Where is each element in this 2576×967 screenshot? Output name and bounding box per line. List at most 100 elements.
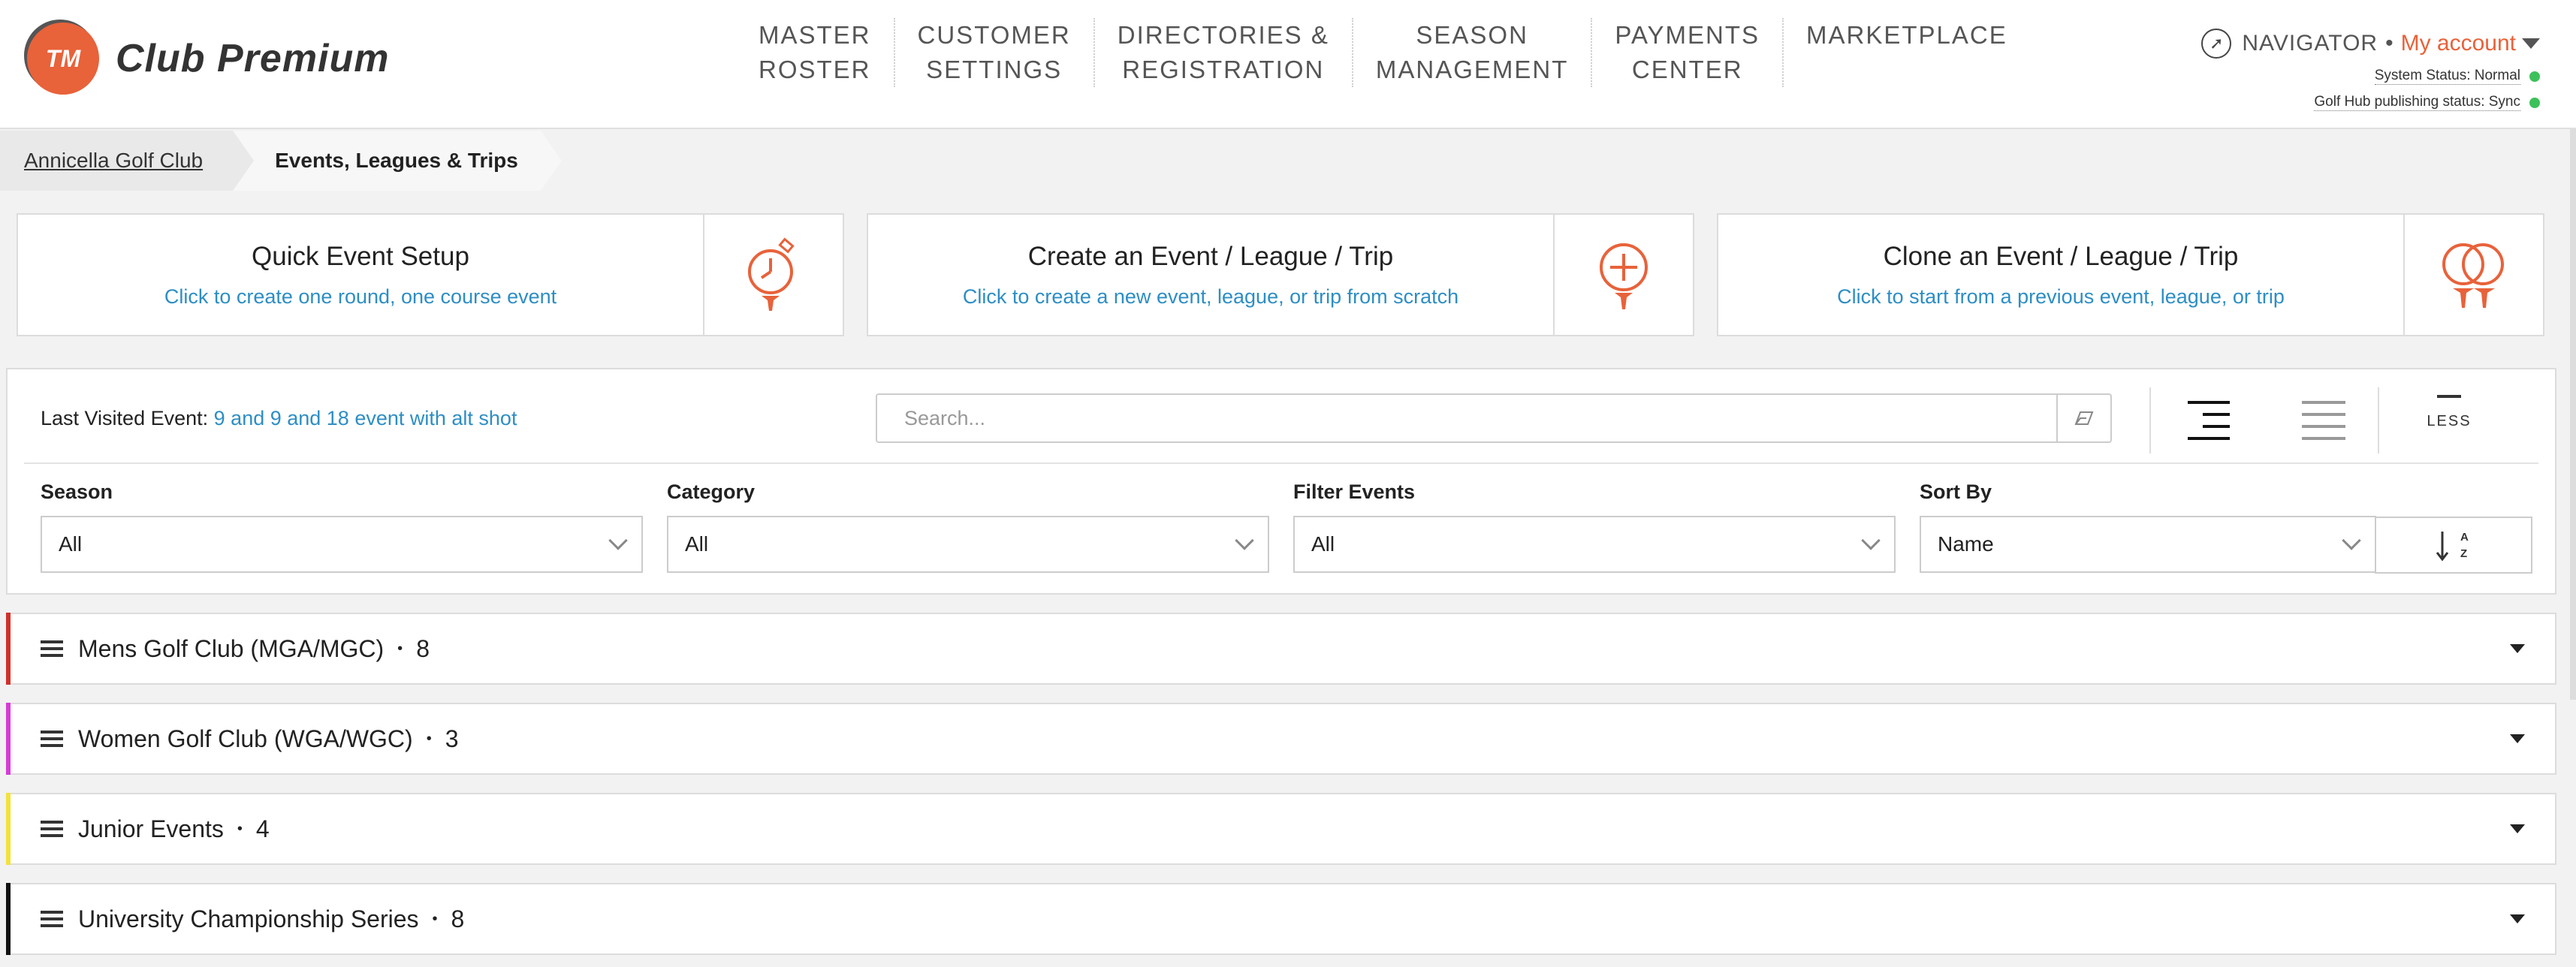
sort-direction-button[interactable]: A Z <box>2375 517 2532 574</box>
page-scrollbar[interactable] <box>2570 129 2576 700</box>
breadcrumb: Annicella Golf Club Events, Leagues & Tr… <box>0 131 562 191</box>
group-name: University Championship Series <box>78 905 419 932</box>
chevron-down-icon <box>1861 531 1881 550</box>
divider <box>2149 387 2151 453</box>
event-group-row[interactable]: Junior Events • 4 <box>6 793 2556 865</box>
sort-top-letter: A <box>2460 531 2469 544</box>
separator-dot: • <box>237 820 243 837</box>
category-filter: Category All <box>667 480 1269 573</box>
plus-tee-icon <box>1553 215 1693 335</box>
separator-dot: • <box>397 640 403 657</box>
search-box <box>876 393 2112 443</box>
drag-handle-icon[interactable] <box>41 907 63 931</box>
less-toggle-button[interactable]: LESS <box>2415 392 2483 430</box>
category-value: All <box>685 532 709 556</box>
card-subtitle[interactable]: Click to create a new event, league, or … <box>963 285 1458 309</box>
main-nav: MASTER ROSTER CUSTOMER SETTINGS DIRECTOR… <box>736 18 2030 87</box>
quick-event-setup-card[interactable]: Quick Event Setup Click to create one ro… <box>17 213 844 336</box>
double-tee-icon <box>2403 215 2543 335</box>
nav-label-line2: ROSTER <box>759 56 871 83</box>
event-group-row[interactable]: Women Golf Club (WGA/WGC) • 3 <box>6 703 2556 775</box>
brand-logo[interactable]: TM Club Premium <box>27 23 390 95</box>
chevron-down-icon <box>608 531 628 550</box>
my-account-link[interactable]: My account <box>2401 31 2516 56</box>
season-label: Season <box>41 480 113 503</box>
filter-events-filter: Filter Events All <box>1293 480 1896 573</box>
less-label: LESS <box>2427 413 2472 429</box>
card-title: Quick Event Setup <box>252 241 469 271</box>
system-status-text: System Status: Normal <box>2374 68 2520 85</box>
event-group-row[interactable]: Mens Golf Club (MGA/MGC) • 8 <box>6 613 2556 685</box>
category-select[interactable]: All <box>667 516 1269 573</box>
create-event-card[interactable]: Create an Event / League / Trip Click to… <box>867 213 1694 336</box>
system-status: System Status: Normal <box>2201 68 2540 85</box>
chevron-down-icon[interactable] <box>2510 824 2525 833</box>
separator-dot: • <box>426 730 432 747</box>
account-area: ➚ NAVIGATOR • My account System Status: … <box>2201 29 2540 111</box>
chevron-down-icon <box>2342 531 2361 550</box>
season-select[interactable]: All <box>41 516 643 573</box>
nav-label-line2: CENTER <box>1631 56 1743 83</box>
nav-payments-center[interactable]: PAYMENTS CENTER <box>1592 18 1784 87</box>
compass-icon[interactable]: ➚ <box>2201 29 2232 59</box>
group-count: 3 <box>445 724 459 752</box>
group-count: 4 <box>255 815 270 842</box>
card-title: Clone an Event / League / Trip <box>1883 241 2239 271</box>
list-view-icon[interactable] <box>2291 392 2358 449</box>
group-name: Mens Golf Club (MGA/MGC) <box>78 634 385 662</box>
sort-az-icon: A Z <box>2436 531 2469 562</box>
last-visited-label: Last Visited Event: <box>41 407 209 429</box>
clone-event-card[interactable]: Clone an Event / League / Trip Click to … <box>1717 213 2544 336</box>
filter-events-select[interactable]: All <box>1293 516 1896 573</box>
nav-master-roster[interactable]: MASTER ROSTER <box>736 18 895 87</box>
navigator-link[interactable]: NAVIGATOR <box>2242 31 2378 56</box>
hub-status: Golf Hub publishing status: Sync <box>2201 94 2540 111</box>
filter-panel: Last Visited Event: 9 and 9 and 18 event… <box>6 368 2556 595</box>
group-count: 8 <box>451 905 465 932</box>
breadcrumb-current: Events, Leagues & Trips <box>233 131 562 191</box>
nav-customer-settings[interactable]: CUSTOMER SETTINGS <box>895 18 1095 87</box>
stopwatch-tee-icon <box>703 215 843 335</box>
group-color-bar <box>6 793 11 865</box>
eraser-icon[interactable] <box>2056 395 2110 441</box>
drag-handle-icon[interactable] <box>41 637 63 661</box>
card-subtitle[interactable]: Click to start from a previous event, le… <box>1837 285 2285 309</box>
nav-label-line1: MARKETPLACE <box>1806 21 2007 49</box>
group-name: Women Golf Club (WGA/WGC) <box>78 724 413 752</box>
chevron-down-icon[interactable] <box>2510 644 2525 653</box>
filter-events-value: All <box>1311 532 1335 556</box>
last-visited-event-link[interactable]: 9 and 9 and 18 event with alt shot <box>214 407 517 429</box>
nav-label-line1: DIRECTORIES & <box>1117 21 1329 49</box>
drag-handle-icon[interactable] <box>41 727 63 751</box>
chevron-down-icon[interactable] <box>2510 734 2525 743</box>
group-color-bar <box>6 703 11 775</box>
sort-by-value: Name <box>1938 532 1994 556</box>
nav-label-line1: PAYMENTS <box>1615 21 1760 49</box>
collapse-icon <box>2437 395 2461 398</box>
drag-handle-icon[interactable] <box>41 817 63 841</box>
nav-marketplace[interactable]: MARKETPLACE <box>1784 18 2030 87</box>
chevron-down-icon <box>1235 531 1254 550</box>
nav-label-line1: MASTER <box>759 21 871 49</box>
last-visited: Last Visited Event: 9 and 9 and 18 event… <box>41 407 517 430</box>
season-value: All <box>59 532 83 556</box>
sort-by-select[interactable]: Name <box>1920 516 2376 573</box>
card-subtitle[interactable]: Click to create one round, one course ev… <box>164 285 557 309</box>
chevron-down-icon[interactable] <box>2510 914 2525 923</box>
nav-season-management[interactable]: SEASON MANAGEMENT <box>1353 18 1593 87</box>
nav-directories-registration[interactable]: DIRECTORIES & REGISTRATION <box>1095 18 1353 87</box>
status-ok-icon <box>2529 71 2540 82</box>
breadcrumb-parent-link[interactable]: Annicella Golf Club <box>0 131 234 191</box>
filter-events-label: Filter Events <box>1293 480 1416 503</box>
card-title: Create an Event / League / Trip <box>1027 241 1394 271</box>
chevron-down-icon[interactable] <box>2522 38 2540 49</box>
nav-label-line2: SETTINGS <box>926 56 1063 83</box>
status-ok-icon <box>2529 97 2540 108</box>
search-input[interactable] <box>877 395 2056 441</box>
indented-view-icon[interactable] <box>2176 392 2244 449</box>
group-color-bar <box>6 883 11 955</box>
event-group-row[interactable]: University Championship Series • 8 <box>6 883 2556 955</box>
season-filter: Season All <box>41 480 643 573</box>
nav-label-line1: SEASON <box>1416 21 1528 49</box>
group-count: 8 <box>416 634 430 662</box>
